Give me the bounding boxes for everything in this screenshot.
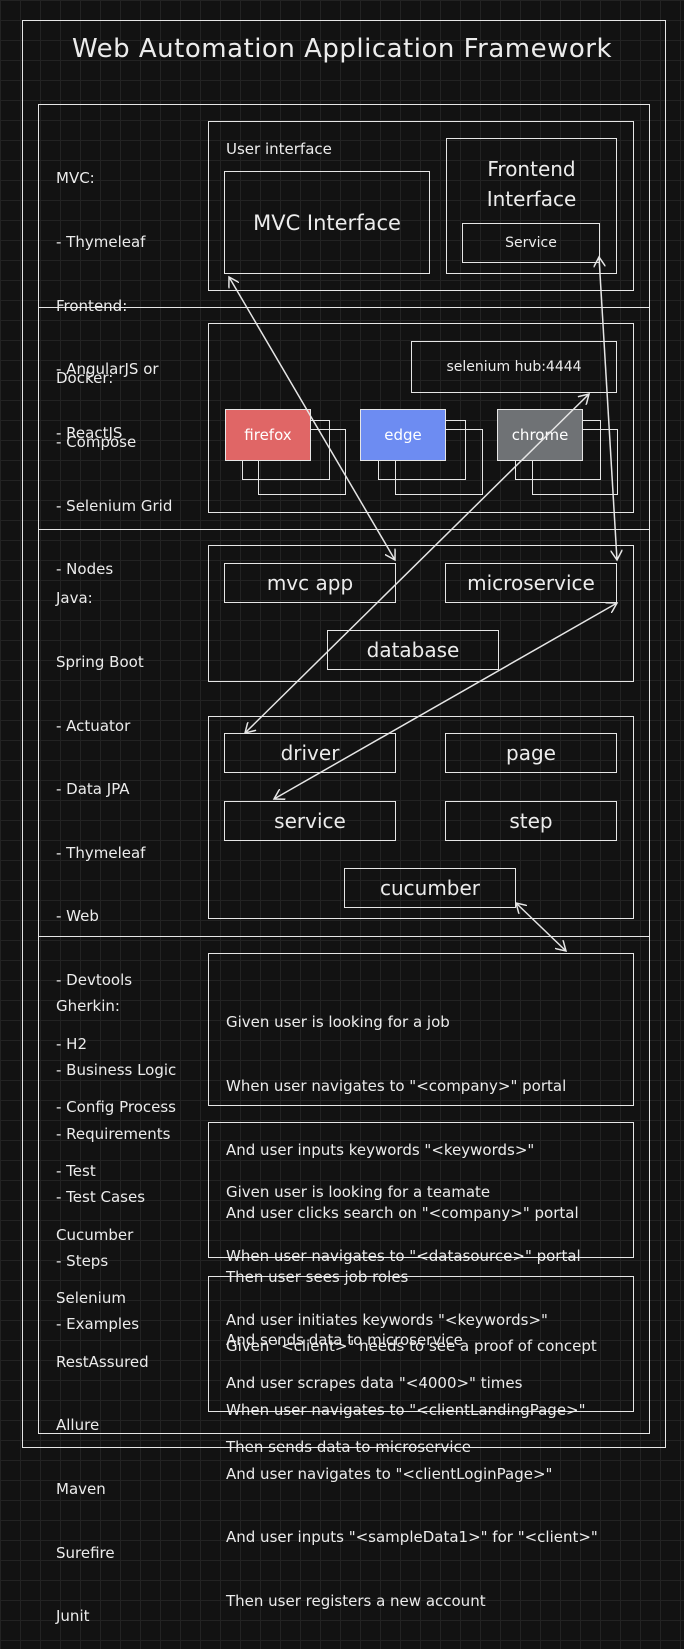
- java-note: Maven: [56, 1479, 106, 1498]
- arrow-mvc-interface-to-mvc-app: [229, 277, 395, 560]
- arrow-hub-to-driver: [245, 394, 589, 733]
- arrow-service-to-microservice: [599, 257, 617, 560]
- connector-arrows: [0, 0, 684, 1468]
- arrow-cucumber-to-gherkin: [516, 903, 566, 951]
- java-note: Junit: [56, 1607, 90, 1626]
- scenario-line: Then user registers a new account: [226, 1591, 486, 1610]
- java-note: Surefire: [56, 1543, 115, 1562]
- scenario-line: And user inputs "<sampleData1>" for "<cl…: [226, 1528, 598, 1547]
- arrow-microservice-to-service: [274, 603, 617, 799]
